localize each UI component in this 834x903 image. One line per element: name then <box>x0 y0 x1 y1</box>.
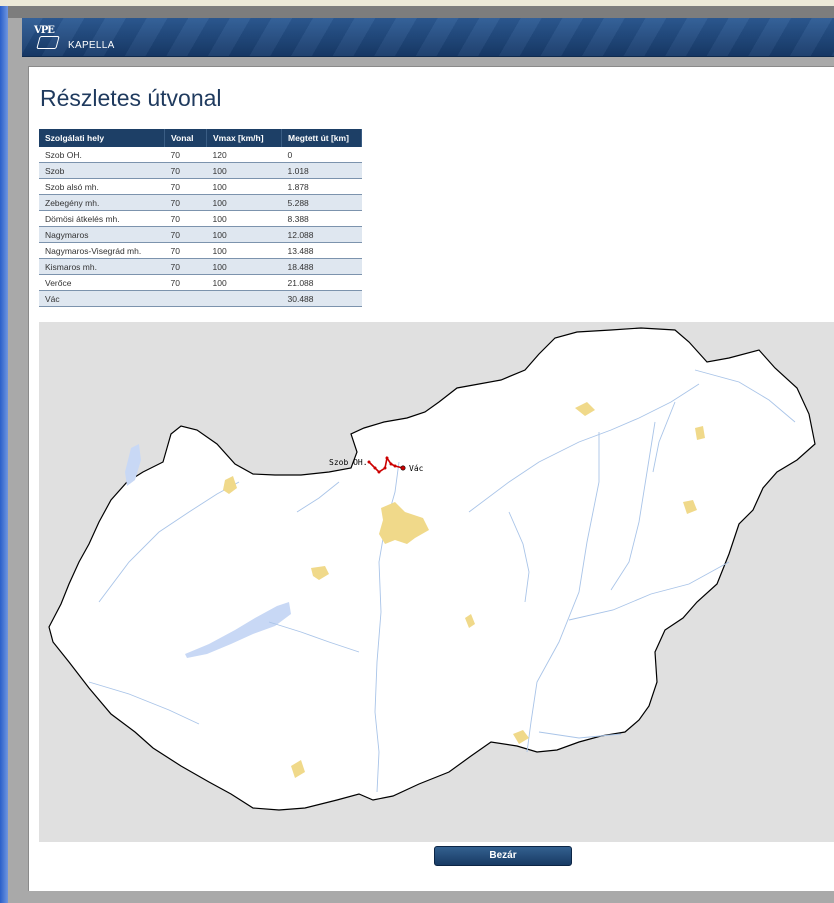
cell-station: Vác <box>39 290 165 307</box>
cell-distance: 5.288 <box>281 194 362 211</box>
cell-station: Nagymaros <box>39 226 165 243</box>
cell-station: Szob <box>39 162 165 179</box>
end-point-marker <box>400 465 406 471</box>
cell-line: 70 <box>164 226 207 243</box>
country-outline <box>48 327 816 811</box>
cell-distance: 18.488 <box>281 258 362 275</box>
route-stop-marker <box>389 462 393 466</box>
cell-line: 70 <box>164 274 207 291</box>
table-row: Szob OH. 70 120 0 <box>39 147 362 163</box>
cell-vmax: 120 <box>206 147 282 163</box>
table-row: Dömösi átkelés mh. 70 100 8.388 <box>39 210 362 227</box>
cell-line: 70 <box>164 194 207 211</box>
app-header: VPE KAPELLA <box>22 18 834 57</box>
cell-station: Szob alsó mh. <box>39 178 165 195</box>
table-header-row: Szolgálati hely Vonal Vmax [km/h] Megtet… <box>39 129 362 147</box>
table-row: Vác 30.488 <box>39 290 362 307</box>
route-stop-marker <box>393 464 397 468</box>
cell-station: Dömösi átkelés mh. <box>39 210 165 227</box>
brand-name: KAPELLA <box>68 40 115 51</box>
end-label: Vác <box>409 464 424 473</box>
col-header-station: Szolgálati hely <box>39 129 165 147</box>
vpe-logo-icon: VPE <box>34 25 60 49</box>
cell-station: Nagymaros-Visegrád mh. <box>39 242 165 259</box>
cell-station: Szob OH. <box>39 147 165 163</box>
cell-distance: 30.488 <box>281 290 362 307</box>
cell-vmax: 100 <box>206 178 282 195</box>
cell-line: 70 <box>164 258 207 275</box>
route-stop-marker <box>383 466 387 470</box>
cell-vmax: 100 <box>206 274 282 291</box>
close-button[interactable]: Bezár <box>434 846 572 866</box>
cell-vmax: 100 <box>206 226 282 243</box>
cell-distance: 8.388 <box>281 210 362 227</box>
route-stop-marker <box>385 456 389 460</box>
logo-text: VPE <box>34 25 55 36</box>
route-map: Szob OH. Vác <box>39 322 834 842</box>
cell-line: 70 <box>164 178 207 195</box>
cell-vmax <box>206 290 282 307</box>
window-frame-top <box>8 6 834 18</box>
cell-distance: 12.088 <box>281 226 362 243</box>
cell-line <box>164 290 207 307</box>
book-icon <box>36 36 60 49</box>
table-row: Zebegény mh. 70 100 5.288 <box>39 194 362 211</box>
cell-line: 70 <box>164 147 207 163</box>
cell-vmax: 100 <box>206 210 282 227</box>
route-stop-marker <box>377 470 381 474</box>
detail-panel: Részletes útvonal Szolgálati hely Vonal … <box>28 66 834 891</box>
cell-distance: 1.018 <box>281 162 362 179</box>
start-label: Szob OH. <box>329 458 368 467</box>
cell-distance: 1.878 <box>281 178 362 195</box>
table-row: Nagymaros 70 100 12.088 <box>39 226 362 243</box>
table-row: Kismaros mh. 70 100 18.488 <box>39 258 362 275</box>
cell-station: Kismaros mh. <box>39 258 165 275</box>
route-table: Szolgálati hely Vonal Vmax [km/h] Megtet… <box>39 129 362 307</box>
table-row: Nagymaros-Visegrád mh. 70 100 13.488 <box>39 242 362 259</box>
cell-line: 70 <box>164 210 207 227</box>
table-row: Verőce 70 100 21.088 <box>39 274 362 291</box>
cell-line: 70 <box>164 162 207 179</box>
cell-station: Verőce <box>39 274 165 291</box>
route-table-body: Szob OH. 70 120 0 Szob 70 100 1.018 Szob alsó mh… <box>39 147 362 307</box>
table-row: Szob 70 100 1.018 <box>39 162 362 179</box>
col-header-line: Vonal <box>164 129 207 147</box>
col-header-distance: Megtett út [km] <box>281 129 362 147</box>
cell-distance: 0 <box>281 147 362 163</box>
cell-distance: 13.488 <box>281 242 362 259</box>
route-stop-marker <box>373 466 377 470</box>
col-header-vmax: Vmax [km/h] <box>206 129 282 147</box>
cell-vmax: 100 <box>206 242 282 259</box>
window-frame-left <box>0 6 8 903</box>
hungary-map-svg: Szob OH. Vác <box>48 327 816 811</box>
table-row: Szob alsó mh. 70 100 1.878 <box>39 178 362 195</box>
cell-distance: 21.088 <box>281 274 362 291</box>
route-stop-marker <box>367 460 371 464</box>
cell-vmax: 100 <box>206 194 282 211</box>
cell-station: Zebegény mh. <box>39 194 165 211</box>
page-title: Részletes útvonal <box>40 85 222 111</box>
cell-line: 70 <box>164 242 207 259</box>
cell-vmax: 100 <box>206 258 282 275</box>
cell-vmax: 100 <box>206 162 282 179</box>
